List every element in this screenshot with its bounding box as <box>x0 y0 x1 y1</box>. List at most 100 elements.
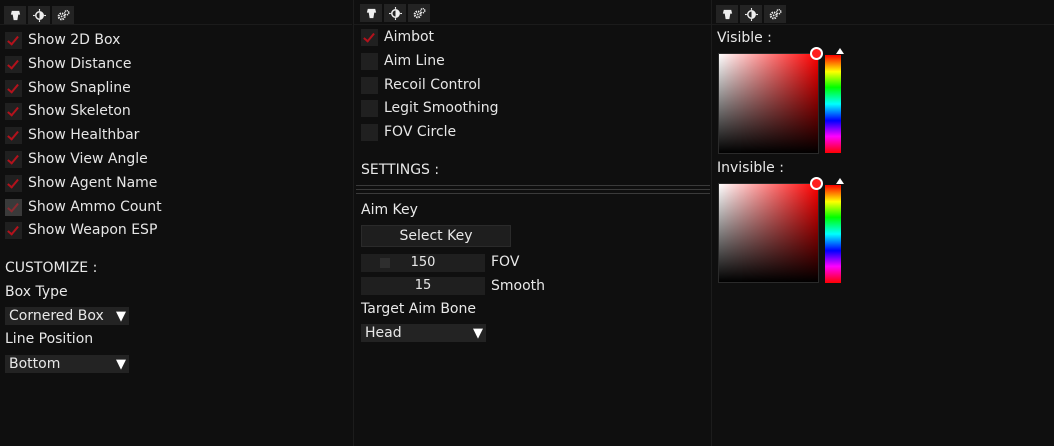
select-key-button[interactable]: Select Key <box>361 225 511 247</box>
checkbox-label: Show Weapon ESP <box>28 222 158 238</box>
color-panel: Visible : Invisible : <box>711 0 1054 446</box>
checkbox[interactable] <box>361 76 378 94</box>
checkbox-label: Recoil Control <box>384 77 481 93</box>
checkbox[interactable] <box>361 99 378 117</box>
gears-icon <box>769 8 782 19</box>
divider <box>356 189 710 190</box>
color-picker-handle[interactable] <box>810 47 823 60</box>
checkbox[interactable] <box>5 150 22 168</box>
hue-marker-icon[interactable] <box>836 48 844 54</box>
checkbox-row[interactable]: Show Healthbar <box>5 125 139 145</box>
checkbox-row[interactable]: Show Snapline <box>5 78 131 98</box>
divider <box>356 193 710 194</box>
fov-value: 150 <box>410 255 436 270</box>
saturation-value-area[interactable] <box>718 183 819 283</box>
checkbox-row[interactable]: Show Weapon ESP <box>5 220 157 240</box>
checkbox[interactable] <box>5 31 22 49</box>
checkbox-label: Show Snapline <box>28 80 131 96</box>
divider <box>356 185 710 186</box>
aim-key-label: Aim Key <box>361 202 418 218</box>
tab-visuals[interactable] <box>384 4 406 22</box>
tab-settings[interactable] <box>52 6 74 24</box>
aim-hand-icon <box>10 10 20 20</box>
checkbox-label: Show Ammo Count <box>28 199 162 215</box>
checkbox-row[interactable]: Aim Line <box>361 51 445 71</box>
select-key-label: Select Key <box>399 228 473 244</box>
color-picker-handle[interactable] <box>810 177 823 190</box>
tab-settings[interactable] <box>764 5 786 23</box>
checkbox-label: Show 2D Box <box>28 32 121 48</box>
aim-tab-bar <box>360 4 430 22</box>
tab-divider <box>712 24 1054 25</box>
target-bone-dropdown[interactable]: Head ▼ <box>361 324 486 342</box>
checkbox[interactable] <box>361 52 378 70</box>
sun-icon <box>32 8 46 22</box>
smooth-label: Smooth <box>491 278 546 294</box>
checkbox-row[interactable]: Show Ammo Count <box>5 197 162 217</box>
visible-color-label: Visible : <box>717 30 772 46</box>
fov-label: FOV <box>491 254 520 270</box>
checkbox-label: Show Healthbar <box>28 127 140 143</box>
checkbox-row[interactable]: Show Skeleton <box>5 101 131 121</box>
checkbox-label: Show View Angle <box>28 151 148 167</box>
gears-icon <box>413 7 426 18</box>
checkbox[interactable] <box>5 221 22 239</box>
checkbox-label: Aimbot <box>384 29 435 45</box>
tab-visuals[interactable] <box>28 6 50 24</box>
checkbox-row[interactable]: Show View Angle <box>5 149 148 169</box>
sun-icon <box>388 6 402 20</box>
aim-panel: Aimbot Aim Line Recoil Control Legit Smo… <box>353 0 711 446</box>
checkbox[interactable] <box>5 126 22 144</box>
tab-aim[interactable] <box>4 6 26 24</box>
checkbox-row[interactable]: Show Agent Name <box>5 173 157 193</box>
line-position-label: Line Position <box>5 331 94 347</box>
target-bone-value: Head <box>365 325 402 341</box>
checkbox[interactable] <box>361 28 378 46</box>
line-position-dropdown[interactable]: Bottom ▼ <box>5 355 129 373</box>
esp-tab-bar <box>4 6 74 24</box>
box-type-dropdown[interactable]: Cornered Box ▼ <box>5 307 129 325</box>
tab-divider <box>0 24 352 25</box>
chevron-down-icon: ▼ <box>116 308 126 324</box>
checkbox[interactable] <box>5 198 22 216</box>
checkbox-row[interactable]: FOV Circle <box>361 122 456 142</box>
hue-marker-icon[interactable] <box>836 178 844 184</box>
settings-header: SETTINGS : <box>361 162 440 178</box>
hue-slider[interactable] <box>825 185 841 283</box>
esp-panel: Show 2D Box Show Distance Show Snapline … <box>0 0 352 446</box>
tab-aim[interactable] <box>360 4 382 22</box>
tab-aim[interactable] <box>716 5 738 23</box>
checkbox[interactable] <box>361 123 378 141</box>
color-tab-bar <box>716 5 786 23</box>
gears-icon <box>57 9 70 20</box>
checkbox-row[interactable]: Recoil Control <box>361 75 481 95</box>
checkbox[interactable] <box>5 55 22 73</box>
checkbox-row[interactable]: Legit Smoothing <box>361 98 499 118</box>
checkbox-row[interactable]: Show Distance <box>5 54 131 74</box>
tab-divider <box>354 24 711 25</box>
checkbox-label: FOV Circle <box>384 124 457 140</box>
checkbox[interactable] <box>5 79 22 97</box>
aim-hand-icon <box>722 9 732 19</box>
checkbox-label: Show Distance <box>28 56 132 72</box>
smooth-slider[interactable]: 15 <box>361 277 485 295</box>
target-bone-label: Target Aim Bone <box>361 301 476 317</box>
fov-slider[interactable]: 150 <box>361 254 485 272</box>
line-position-value: Bottom <box>9 356 61 372</box>
checkbox-label: Show Skeleton <box>28 103 131 119</box>
hue-slider[interactable] <box>825 55 841 153</box>
checkbox-row[interactable]: Show 2D Box <box>5 30 120 50</box>
tab-visuals[interactable] <box>740 5 762 23</box>
sun-icon <box>744 7 758 21</box>
checkbox-row[interactable]: Aimbot <box>361 27 434 47</box>
checkbox-label: Show Agent Name <box>28 175 158 191</box>
checkbox-label: Aim Line <box>384 53 445 69</box>
aim-hand-icon <box>366 8 376 18</box>
box-type-label: Box Type <box>5 284 68 300</box>
tab-settings[interactable] <box>408 4 430 22</box>
checkbox[interactable] <box>5 174 22 192</box>
chevron-down-icon: ▼ <box>116 356 126 372</box>
checkbox[interactable] <box>5 102 22 120</box>
invisible-color-label: Invisible : <box>717 160 784 176</box>
saturation-value-area[interactable] <box>718 53 819 154</box>
